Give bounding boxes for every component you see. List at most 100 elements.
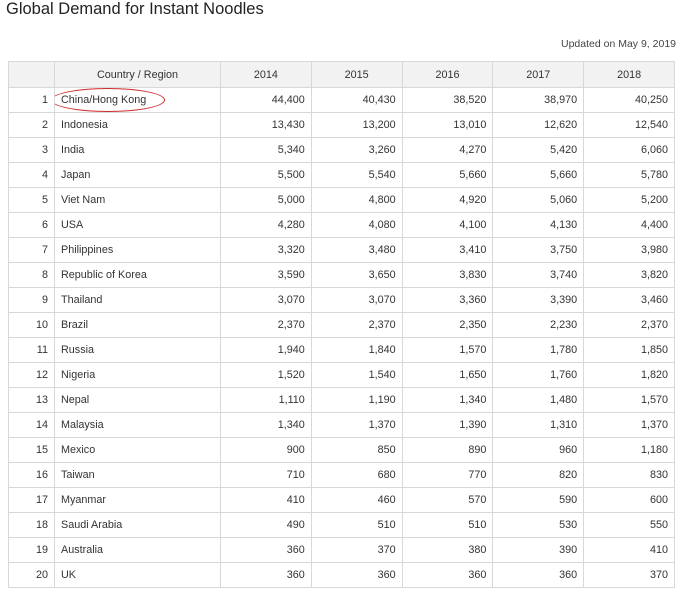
country-label: Russia bbox=[61, 344, 95, 356]
value-cell: 1,190 bbox=[310, 387, 403, 413]
table-row: 13 Nepal 1,110 1,190 1,340 1,480 1,570 bbox=[8, 387, 675, 413]
rank-cell: 2 bbox=[8, 112, 55, 138]
country-cell: Russia bbox=[54, 337, 221, 363]
rank-cell: 13 bbox=[8, 387, 55, 413]
country-label: Philippines bbox=[61, 244, 114, 256]
country-cell: China/Hong Kong bbox=[54, 87, 221, 113]
value-cell: 360 bbox=[492, 562, 585, 588]
value-cell: 600 bbox=[583, 487, 675, 513]
rank-cell: 3 bbox=[8, 137, 55, 163]
value-cell: 6,060 bbox=[583, 137, 675, 163]
value-cell: 3,410 bbox=[401, 237, 494, 263]
rank-cell: 1 bbox=[8, 87, 55, 113]
value-cell: 1,180 bbox=[583, 437, 675, 463]
value-cell: 4,400 bbox=[583, 212, 675, 238]
country-cell: Malaysia bbox=[54, 412, 221, 438]
country-cell: Philippines bbox=[54, 237, 221, 263]
country-label: Indonesia bbox=[61, 119, 108, 131]
country-label: Myanmar bbox=[61, 494, 106, 506]
value-cell: 1,940 bbox=[220, 337, 312, 363]
value-cell: 380 bbox=[401, 537, 494, 563]
year-column-header: 2014 bbox=[220, 61, 312, 88]
value-cell: 5,780 bbox=[583, 162, 675, 188]
country-label: Australia bbox=[61, 544, 104, 556]
table-row: 10 Brazil 2,370 2,370 2,350 2,230 2,370 bbox=[8, 312, 675, 338]
value-cell: 13,430 bbox=[220, 112, 312, 138]
value-cell: 360 bbox=[310, 562, 403, 588]
year-column-header: 2015 bbox=[310, 61, 403, 88]
value-cell: 2,350 bbox=[401, 312, 494, 338]
value-cell: 360 bbox=[220, 537, 312, 563]
value-cell: 4,100 bbox=[401, 212, 494, 238]
value-cell: 2,370 bbox=[583, 312, 675, 338]
country-label: Nepal bbox=[61, 394, 90, 406]
country-label: India bbox=[61, 144, 85, 156]
rank-cell: 11 bbox=[8, 337, 55, 363]
value-cell: 1,540 bbox=[310, 362, 403, 388]
value-cell: 3,480 bbox=[310, 237, 403, 263]
rank-cell: 18 bbox=[8, 512, 55, 538]
value-cell: 3,650 bbox=[310, 262, 403, 288]
country-label: Japan bbox=[61, 169, 91, 181]
table-row: 15 Mexico 900 850 890 960 1,180 bbox=[8, 437, 675, 463]
rank-cell: 10 bbox=[8, 312, 55, 338]
country-label: Mexico bbox=[61, 444, 96, 456]
value-cell: 590 bbox=[492, 487, 585, 513]
value-cell: 3,980 bbox=[583, 237, 675, 263]
value-cell: 680 bbox=[310, 462, 403, 488]
value-cell: 1,390 bbox=[401, 412, 494, 438]
value-cell: 38,970 bbox=[492, 87, 585, 113]
country-cell: Saudi Arabia bbox=[54, 512, 221, 538]
value-cell: 960 bbox=[492, 437, 585, 463]
value-cell: 1,110 bbox=[220, 387, 312, 413]
country-label: Taiwan bbox=[61, 469, 95, 481]
value-cell: 5,000 bbox=[220, 187, 312, 213]
rank-cell: 12 bbox=[8, 362, 55, 388]
value-cell: 4,280 bbox=[220, 212, 312, 238]
value-cell: 1,760 bbox=[492, 362, 585, 388]
table-row: 6 USA 4,280 4,080 4,100 4,130 4,400 bbox=[8, 212, 675, 238]
table-body: 1 China/Hong Kong 44,400 40,430 38,520 38,970… bbox=[8, 87, 675, 588]
value-cell: 1,370 bbox=[583, 412, 675, 438]
rank-cell: 7 bbox=[8, 237, 55, 263]
value-cell: 370 bbox=[310, 537, 403, 563]
country-cell: Japan bbox=[54, 162, 221, 188]
country-cell: Brazil bbox=[54, 312, 221, 338]
value-cell: 1,520 bbox=[220, 362, 312, 388]
rank-cell: 15 bbox=[8, 437, 55, 463]
value-cell: 5,200 bbox=[583, 187, 675, 213]
rank-cell: 8 bbox=[8, 262, 55, 288]
table-row: 5 Viet Nam 5,000 4,800 4,920 5,060 5,200 bbox=[8, 187, 675, 213]
value-cell: 3,750 bbox=[492, 237, 585, 263]
rank-cell: 9 bbox=[8, 287, 55, 313]
value-cell: 510 bbox=[310, 512, 403, 538]
rank-cell: 20 bbox=[8, 562, 55, 588]
value-cell: 40,250 bbox=[583, 87, 675, 113]
value-cell: 2,370 bbox=[310, 312, 403, 338]
value-cell: 3,390 bbox=[492, 287, 585, 313]
value-cell: 3,070 bbox=[220, 287, 312, 313]
country-cell: Republic of Korea bbox=[54, 262, 221, 288]
value-cell: 4,800 bbox=[310, 187, 403, 213]
value-cell: 1,340 bbox=[220, 412, 312, 438]
table-row: 2 Indonesia 13,430 13,200 13,010 12,620 12,540 bbox=[8, 112, 675, 138]
value-cell: 13,200 bbox=[310, 112, 403, 138]
rank-column-header bbox=[8, 61, 55, 88]
table-row: 20 UK 360 360 360 360 370 bbox=[8, 562, 675, 588]
value-cell: 3,360 bbox=[401, 287, 494, 313]
value-cell: 890 bbox=[401, 437, 494, 463]
country-label: Nigeria bbox=[61, 369, 96, 381]
country-label: USA bbox=[61, 219, 84, 231]
table-row: 11 Russia 1,940 1,840 1,570 1,780 1,850 bbox=[8, 337, 675, 363]
value-cell: 900 bbox=[220, 437, 312, 463]
value-cell: 570 bbox=[401, 487, 494, 513]
value-cell: 410 bbox=[220, 487, 312, 513]
table-row: 16 Taiwan 710 680 770 820 830 bbox=[8, 462, 675, 488]
page-title: Global Demand for Instant Noodles bbox=[6, 0, 264, 18]
value-cell: 830 bbox=[583, 462, 675, 488]
rank-cell: 14 bbox=[8, 412, 55, 438]
value-cell: 3,590 bbox=[220, 262, 312, 288]
value-cell: 1,310 bbox=[492, 412, 585, 438]
value-cell: 5,420 bbox=[492, 137, 585, 163]
demand-table: Country / Region 2014 2015 2016 2017 201… bbox=[8, 61, 675, 588]
